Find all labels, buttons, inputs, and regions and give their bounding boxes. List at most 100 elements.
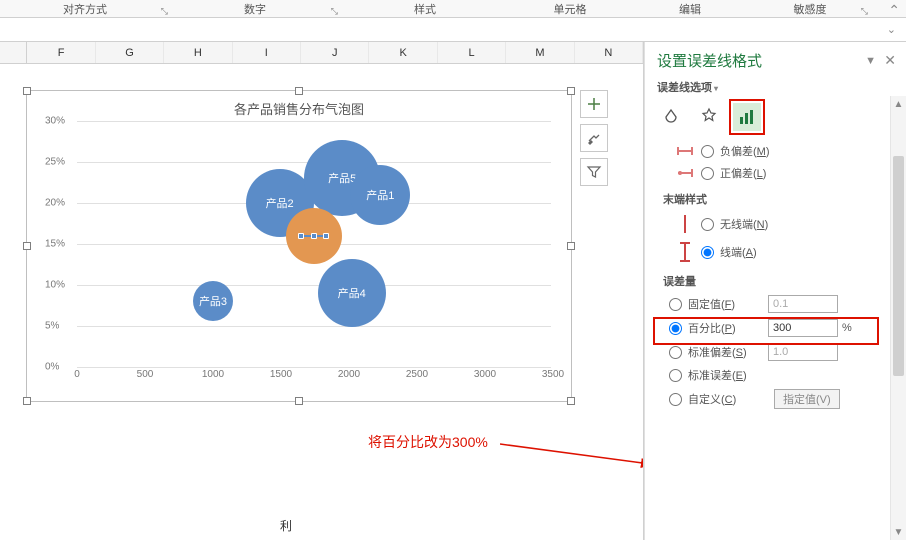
radio[interactable] xyxy=(669,393,682,406)
cap-icon xyxy=(679,241,691,263)
collapse-ribbon-icon[interactable]: ⌃ xyxy=(888,2,900,19)
bubble-point[interactable]: 产品3 xyxy=(193,281,233,321)
scroll-thumb[interactable] xyxy=(893,156,904,376)
series-options-tab-icon[interactable] xyxy=(733,103,761,131)
option-label: 负偏差(M) xyxy=(720,143,770,159)
col-header[interactable]: K xyxy=(369,42,437,63)
chart-object[interactable]: 各产品销售分布气泡图 0%5%10%15%20%25%30%产品3产品2产品5产… xyxy=(26,90,572,402)
resize-handle[interactable] xyxy=(567,397,575,405)
chart-filter-button[interactable] xyxy=(580,158,608,186)
radio[interactable] xyxy=(701,145,714,158)
scroll-down-icon[interactable]: ▼ xyxy=(891,524,906,540)
option-label: 正偏差(L) xyxy=(720,165,766,181)
col-header[interactable]: G xyxy=(96,42,164,63)
bubble-point[interactable]: 产品1 xyxy=(350,165,410,225)
option-label: 线端(A) xyxy=(720,244,757,260)
radio[interactable] xyxy=(669,346,682,359)
dialog-launcher-icon[interactable]: ⤡ xyxy=(861,6,868,17)
error-amount-heading: 误差量 xyxy=(663,273,906,289)
fixed-value-input[interactable] xyxy=(768,295,838,313)
chart-add-element-button[interactable] xyxy=(580,90,608,118)
resize-handle[interactable] xyxy=(295,397,303,405)
stddev-value-input[interactable] xyxy=(768,343,838,361)
radio[interactable] xyxy=(701,218,714,231)
dialog-launcher-icon[interactable]: ⤡ xyxy=(331,6,338,17)
error-bar-handle[interactable] xyxy=(311,233,317,239)
ribbon-group: 数字⤡ xyxy=(170,0,340,17)
formula-bar-area: ⌄ xyxy=(0,18,906,42)
amount-percent-option[interactable]: 百分比(P) % xyxy=(669,319,906,337)
amount-stderr-option[interactable]: 标准误差(E) xyxy=(669,367,906,383)
chart-title[interactable]: 各产品销售分布气泡图 xyxy=(27,91,571,118)
ribbon-group: 单元格 xyxy=(510,0,630,17)
amount-custom-option[interactable]: 自定义(C) 指定值(V) xyxy=(669,389,906,409)
fill-line-tab-icon[interactable] xyxy=(657,103,685,131)
pane-title: 设置误差线格式 ▼ xyxy=(657,50,906,71)
resize-handle[interactable] xyxy=(23,397,31,405)
direction-option[interactable]: 正偏差(L) xyxy=(669,165,906,181)
expand-formula-icon[interactable]: ⌄ xyxy=(887,23,896,36)
option-label: 百分比(P) xyxy=(688,320,768,336)
col-header[interactable]: J xyxy=(301,42,369,63)
resize-handle[interactable] xyxy=(567,87,575,95)
end-style-option[interactable]: 线端(A) xyxy=(669,241,906,263)
annotation-text: 将百分比改为300% xyxy=(368,432,488,452)
amount-stddev-option[interactable]: 标准偏差(S) xyxy=(669,343,906,361)
pane-tab-icons xyxy=(657,103,906,131)
percent-suffix: % xyxy=(842,322,852,334)
error-bar-handle[interactable] xyxy=(323,233,329,239)
resize-handle[interactable] xyxy=(295,87,303,95)
chart-contextual-tools xyxy=(580,90,610,192)
col-header[interactable]: F xyxy=(27,42,95,63)
col-header[interactable]: H xyxy=(164,42,232,63)
radio[interactable] xyxy=(669,298,682,311)
pane-scrollbar[interactable]: ▲ ▼ xyxy=(890,96,906,540)
pane-subtitle[interactable]: 误差线选项 xyxy=(657,79,906,95)
format-error-bars-pane: 设置误差线格式 ▼ ✕ 误差线选项 负偏差(M) 正偏差(L) 末端样式 xyxy=(644,42,906,540)
end-style-option[interactable]: 无线端(N) xyxy=(669,213,906,235)
close-icon[interactable]: ✕ xyxy=(884,52,896,69)
error-bar-handle[interactable] xyxy=(298,233,304,239)
x-axis: 0500100015002000250030003500 xyxy=(77,369,551,383)
end-style-heading: 末端样式 xyxy=(663,191,906,207)
col-header[interactable]: M xyxy=(506,42,574,63)
dialog-launcher-icon[interactable]: ⤡ xyxy=(161,6,168,17)
ribbon-group: 编辑 xyxy=(630,0,750,17)
ribbon-group: 对齐方式⤡ xyxy=(0,0,170,17)
resize-handle[interactable] xyxy=(23,242,31,250)
option-label: 固定值(F) xyxy=(688,296,768,312)
option-label: 无线端(N) xyxy=(720,216,768,232)
plus-direction-icon xyxy=(676,167,694,179)
col-header[interactable]: N xyxy=(575,42,643,63)
direction-option[interactable]: 负偏差(M) xyxy=(669,143,906,159)
amount-fixed-option[interactable]: 固定值(F) xyxy=(669,295,906,313)
specify-value-button[interactable]: 指定值(V) xyxy=(774,389,840,409)
col-header[interactable]: L xyxy=(438,42,506,63)
effects-tab-icon[interactable] xyxy=(695,103,723,131)
option-label: 标准误差(E) xyxy=(688,367,747,383)
axis-label-partial: 利 xyxy=(280,517,292,534)
scroll-up-icon[interactable]: ▲ xyxy=(891,96,906,112)
option-label: 自定义(C) xyxy=(688,391,768,407)
ribbon-group-bar: 对齐方式⤡ 数字⤡ 样式 单元格 编辑 敏感度⤡ ⌃ xyxy=(0,0,906,18)
chart-styles-button[interactable] xyxy=(580,124,608,152)
annotation-arrow-icon xyxy=(500,434,644,474)
bubble-point[interactable]: 产品4 xyxy=(318,259,386,327)
radio[interactable] xyxy=(701,167,714,180)
plot-area[interactable]: 0%5%10%15%20%25%30%产品3产品2产品5产品4产品1 xyxy=(77,121,551,365)
select-all-corner[interactable] xyxy=(0,42,27,63)
percent-value-input[interactable] xyxy=(768,319,838,337)
ribbon-group: 样式 xyxy=(340,0,510,17)
resize-handle[interactable] xyxy=(567,242,575,250)
worksheet-area[interactable]: F G H I J K L M N 各产品销售分布气泡图 0%5%10%15%2… xyxy=(0,42,644,540)
radio[interactable] xyxy=(669,369,682,382)
column-headers: F G H I J K L M N xyxy=(0,42,643,64)
option-label: 标准偏差(S) xyxy=(688,344,768,360)
resize-handle[interactable] xyxy=(23,87,31,95)
minus-direction-icon xyxy=(676,145,694,157)
no-cap-icon xyxy=(679,213,691,235)
ribbon-group: 敏感度⤡ xyxy=(750,0,870,17)
radio[interactable] xyxy=(701,246,714,259)
col-header[interactable]: I xyxy=(233,42,301,63)
radio[interactable] xyxy=(669,322,682,335)
